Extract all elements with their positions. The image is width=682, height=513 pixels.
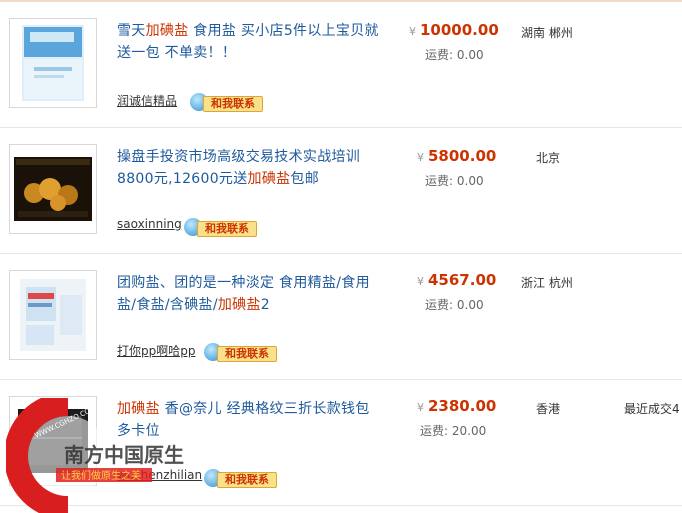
- location: 浙江 杭州: [521, 276, 573, 290]
- product-image[interactable]: [9, 270, 97, 360]
- product-image[interactable]: [9, 18, 97, 108]
- price: ¥4567.00: [417, 271, 497, 289]
- location: 香港: [536, 402, 561, 416]
- listing-title[interactable]: 雪天加碘盐 食用盐 买小店5件以上宝贝就送一包 不单卖！！: [117, 20, 382, 64]
- shipping-fee: 运费: 0.00: [425, 48, 484, 62]
- recent-sales: 最近成交4: [624, 402, 680, 416]
- product-image[interactable]: [9, 396, 97, 486]
- shipping-fee: 运费: 0.00: [425, 298, 484, 312]
- location: 湖南 郴州: [521, 26, 573, 40]
- product-image[interactable]: [9, 144, 97, 234]
- seller-link[interactable]: 打你pp啊哈pp: [117, 342, 195, 359]
- listing-row: 团购盐、团的是一种淡定 食用精盐/食用盐/食盐/含碘盐/加碘盐2 打你pp啊哈p…: [0, 254, 682, 380]
- contact-seller-button[interactable]: 和我联系: [190, 93, 264, 112]
- seller-link[interactable]: saoxinning: [117, 217, 182, 231]
- shipping-fee: 运费: 0.00: [425, 174, 484, 188]
- listing-title[interactable]: 操盘手投资市场高级交易技术实战培训8800元,12600元送加碘盐包邮: [117, 146, 382, 190]
- contact-seller-button[interactable]: 和我联系: [204, 343, 278, 362]
- contact-seller-button[interactable]: 和我联系: [184, 218, 258, 237]
- contact-seller-button[interactable]: 和我联系: [204, 469, 278, 488]
- seller-link[interactable]: 润诚信精品: [117, 92, 177, 109]
- price: ¥5800.00: [417, 147, 497, 165]
- shipping-fee: 运费: 20.00: [420, 424, 487, 438]
- seller-link[interactable]: wushenzhilian: [117, 468, 202, 482]
- listing-title[interactable]: 加碘盐 香@奈儿 经典格纹三折长款钱包 多卡位: [117, 398, 382, 442]
- listing-row: 雪天加碘盐 食用盐 买小店5件以上宝贝就送一包 不单卖！！ 润诚信精品 和我联系…: [0, 2, 682, 128]
- listing-row: 加碘盐 香@奈儿 经典格纹三折长款钱包 多卡位 wushenzhilian 和我…: [0, 380, 682, 506]
- price: ¥2380.00: [417, 397, 497, 415]
- listing-title[interactable]: 团购盐、团的是一种淡定 食用精盐/食用盐/食盐/含碘盐/加碘盐2: [117, 272, 382, 316]
- price: ¥10000.00: [409, 21, 499, 39]
- listing-row: 操盘手投资市场高级交易技术实战培训8800元,12600元送加碘盐包邮 saox…: [0, 128, 682, 254]
- location: 北京: [536, 151, 561, 165]
